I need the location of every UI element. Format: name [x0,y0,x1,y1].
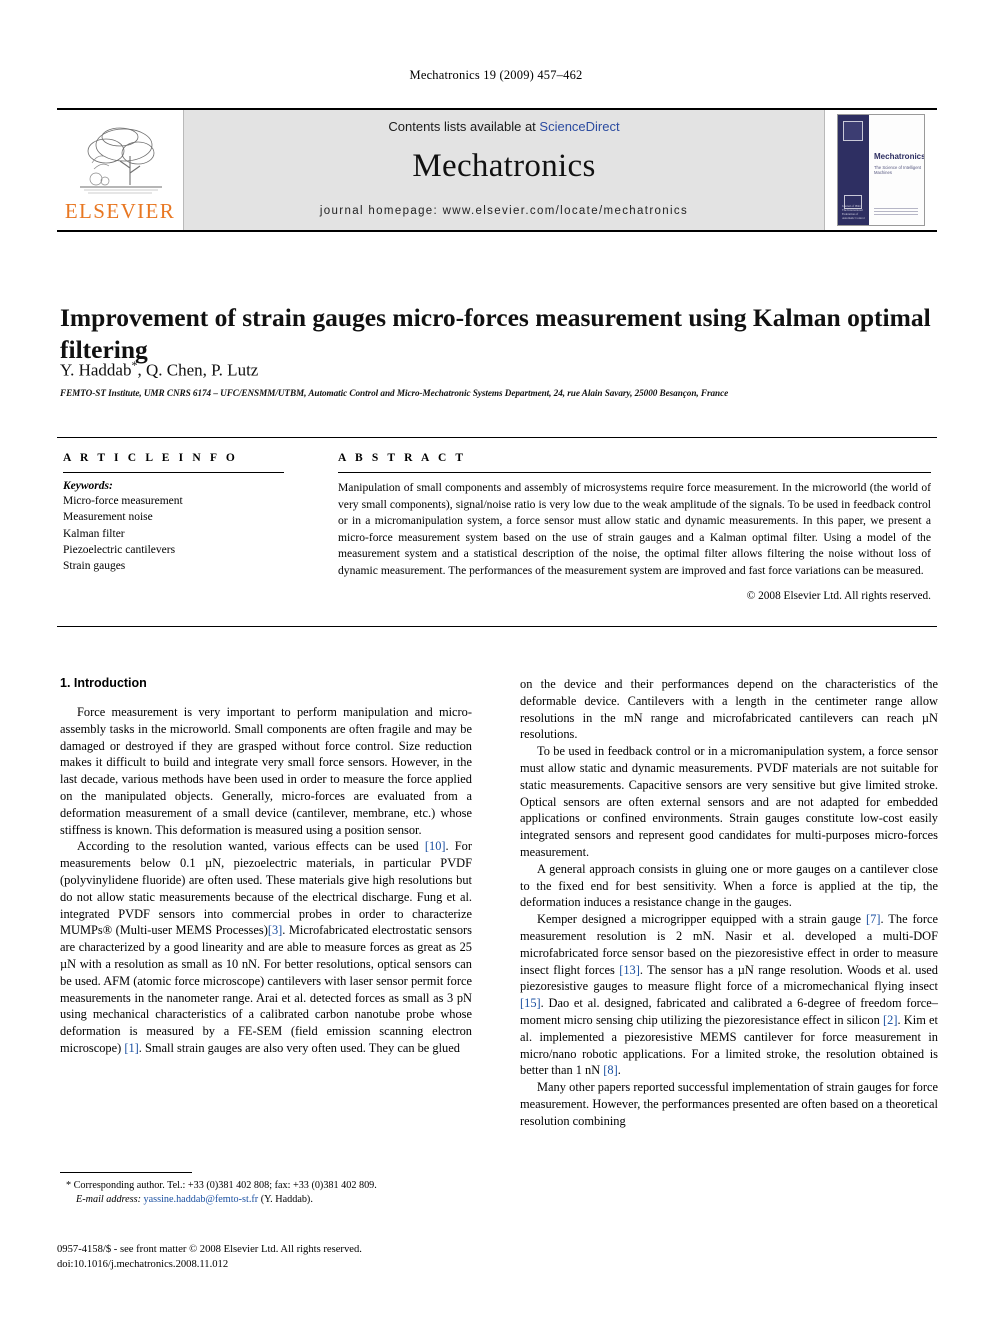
info-abstract-band: A R T I C L E I N F O Keywords: Micro-fo… [57,437,937,627]
journal-title: Mechatronics [412,148,596,184]
body-paragraph: Many other papers reported successful im… [520,1080,938,1128]
body-paragraph: Kemper designed a microgripper equipped … [520,912,939,1078]
cover-publisher-mark [843,121,863,141]
body-paragraph: According to the resolution wanted, vari… [60,839,472,1055]
abstract-copyright: © 2008 Elsevier Ltd. All rights reserved… [746,590,931,603]
keyword-item: Kalman filter [63,527,125,540]
author-first: Y. Haddab [60,360,132,380]
body-column-right: on the device and their performances dep… [520,676,938,1130]
keyword-item: Strain gauges [63,560,126,573]
keyword-item: Piezoelectric cantilevers [63,543,176,556]
article-info-rule [63,472,284,473]
issn-frontmatter-line: 0957-4158/$ - see front matter © 2008 El… [57,1244,362,1255]
author-rest: , Q. Chen, P. Lutz [137,360,259,380]
body-column-left: 1. Introduction Force measurement is ver… [60,676,472,1057]
email-address-label: E-mail address: [76,1194,141,1206]
article-info-heading: A R T I C L E I N F O [63,452,238,464]
journal-cover-thumbnail[interactable]: Mechatronics The Science of Intelligent … [837,114,925,226]
cover-foot-text: Journal of IFAC The International Federa… [842,204,865,221]
footnote-rule [60,1172,192,1173]
body-paragraph: A general approach consists in gluing on… [520,861,938,910]
keywords-label: Keywords: [63,480,113,492]
running-head: Mechatronics 19 (2009) 457–462 [409,68,583,82]
body-paragraph: on the device and their performances dep… [520,677,938,742]
footnote-contact-text: Corresponding author. Tel.: +33 (0)381 4… [73,1180,377,1191]
keyword-item: Measurement noise [63,511,153,524]
elsevier-tree-icon [80,127,162,193]
email-address-link[interactable]: yassine.haddab@femto-st.fr [144,1194,259,1205]
author-affiliation: FEMTO-ST Institute, UMR CNRS 6174 – UFC/… [60,388,729,398]
imprint-block: 0957-4158/$ - see front matter © 2008 El… [57,1243,517,1272]
footnote-body: * Corresponding author. Tel.: +33 (0)381… [60,1179,472,1208]
abstract-rule [338,472,931,473]
cover-subtitle-text: The Science of Intelligent Machines [874,165,922,176]
elsevier-wordmark: ELSEVIER [64,198,176,223]
contents-prefix-text: Contents lists available at [388,119,540,134]
article-title: Improvement of strain gauges micro-force… [60,303,931,364]
email-address-suffix: (Y. Haddab). [258,1194,313,1206]
article-page: Mechatronics 19 (2009) 457–462 ELSEVIER … [0,0,992,1323]
body-paragraph: Force measurement is very important to p… [60,705,472,837]
abstract-column: A B S T R A C T Manipulation of small co… [302,438,937,626]
contents-available-line: Contents lists available at ScienceDirec… [388,119,619,134]
keyword-item: Micro-force measurement [63,495,183,507]
cover-foot-rules [874,208,918,217]
article-info-column: A R T I C L E I N F O Keywords: Micro-fo… [57,438,302,626]
doi-line[interactable]: doi:10.1016/j.mechatronics.2008.11.012 [57,1258,517,1273]
footnote-marker: * [66,1180,72,1191]
section-heading-introduction: 1. Introduction [60,676,147,690]
journal-masthead: ELSEVIER Contents lists available at Sci… [57,108,937,232]
author-list: Y. Haddab*, Q. Chen, P. Lutz [60,358,940,381]
elsevier-logo: ELSEVIER [57,110,183,230]
sciencedirect-link[interactable]: ScienceDirect [539,119,619,134]
corresponding-author-footnote: * Corresponding author. Tel.: +33 (0)381… [60,1172,472,1208]
abstract-heading: A B S T R A C T [338,452,467,464]
journal-homepage-link[interactable]: journal homepage: www.elsevier.com/locat… [320,205,688,217]
masthead-center: Contents lists available at ScienceDirec… [183,110,825,230]
cover-title-text: Mechatronics [874,152,925,161]
journal-cover-block: Mechatronics The Science of Intelligent … [825,110,937,230]
abstract-text: Manipulation of small components and ass… [338,481,931,577]
body-paragraph: To be used in feedback control or in a m… [520,744,938,859]
